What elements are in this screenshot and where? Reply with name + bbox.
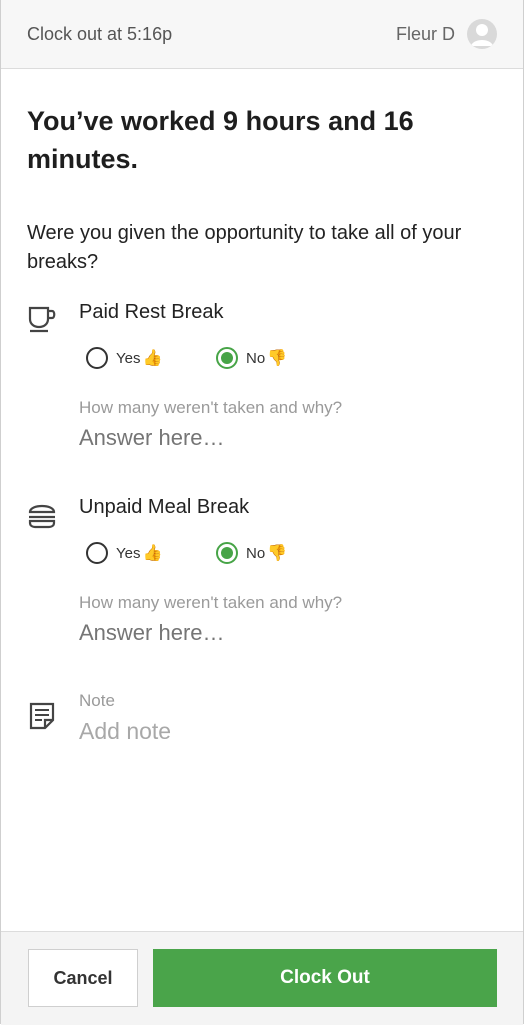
header-bar: Clock out at 5:16p Fleur D — [1, 0, 523, 69]
clock-out-time: Clock out at 5:16p — [27, 24, 173, 44]
no-label: No — [246, 349, 266, 367]
thumbs-up-icon: 👍 — [142, 350, 163, 367]
page-title: You’ve worked 9 hours and 16 minutes. — [27, 106, 414, 174]
paid-rest-no-radio[interactable]: No 👎 — [216, 347, 287, 369]
note-label: Note — [79, 691, 115, 710]
clock-out-button[interactable]: Clock Out — [153, 949, 497, 1007]
unpaid-meal-prompt: How many weren't taken and why? — [79, 593, 343, 612]
paid-rest-answer-input[interactable] — [79, 425, 479, 451]
coffee-cup-icon — [27, 304, 59, 336]
breaks-question: Were you given the opportunity to take a… — [27, 222, 462, 273]
radio-circle-selected[interactable] — [216, 542, 238, 564]
burger-icon — [27, 499, 59, 531]
add-note-input[interactable]: Add note — [79, 718, 171, 745]
paid-rest-yes-radio[interactable]: Yes 👍 — [86, 347, 162, 369]
unpaid-meal-answer-input[interactable] — [79, 620, 479, 646]
footer-bar: Cancel Clock Out — [1, 931, 523, 1025]
yes-label: Yes — [116, 349, 141, 367]
radio-circle-selected[interactable] — [216, 347, 238, 369]
paid-rest-prompt: How many weren't taken and why? — [79, 398, 343, 417]
unpaid-meal-break-title: Unpaid Meal Break — [79, 496, 250, 518]
yes-label: Yes — [116, 544, 141, 562]
thumbs-up-icon: 👍 — [142, 545, 163, 562]
unpaid-meal-no-radio[interactable]: No 👎 — [216, 542, 287, 564]
radio-circle[interactable] — [86, 542, 108, 564]
user-avatar-icon[interactable] — [467, 19, 497, 49]
paid-rest-break-title: Paid Rest Break — [79, 301, 224, 323]
thumbs-down-icon: 👎 — [267, 545, 288, 562]
no-label: No — [246, 544, 266, 562]
radio-circle[interactable] — [86, 347, 108, 369]
note-icon — [27, 701, 59, 733]
thumbs-down-icon: 👎 — [267, 350, 288, 367]
unpaid-meal-yes-radio[interactable]: Yes 👍 — [86, 542, 162, 564]
user-name: Fleur D — [395, 24, 455, 44]
cancel-button[interactable]: Cancel — [28, 949, 138, 1007]
